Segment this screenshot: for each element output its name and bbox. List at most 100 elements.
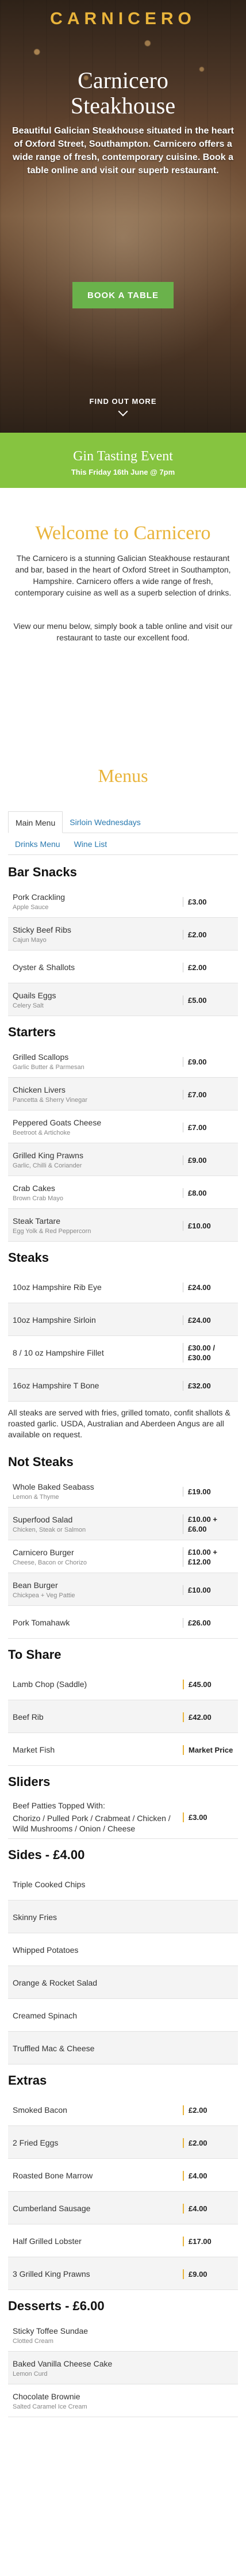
menu-item-name: Skinny Fries	[13, 1913, 57, 1922]
menus-heading: Menus	[0, 765, 246, 799]
menu-item-name: Whipped Potatoes	[13, 1945, 79, 1955]
menu-item-price: £32.00	[183, 1380, 238, 1391]
menu-item: Truffled Mac & Cheese	[8, 2032, 238, 2064]
menu-item-price: £17.00	[183, 2236, 238, 2246]
hero-banner: CARNICERO Carnicero Steakhouse Beautiful…	[0, 0, 246, 433]
menu-item-description: Pancetta & Sherry Vinegar	[13, 1097, 88, 1104]
menu-item-info: 16oz Hampshire T Bone	[8, 1380, 183, 1391]
event-date: This Friday 16th June @ 7pm	[71, 468, 175, 476]
menu-item-name: Crab Cakes	[13, 1184, 55, 1193]
menu-item-toppings: Chorizo / Pulled Pork / Crabmeat / Chick…	[13, 1814, 171, 1833]
section-title: To Share	[8, 1647, 62, 1662]
book-a-table-button[interactable]: BOOK A TABLE	[72, 282, 174, 308]
menu-item: Half Grilled Lobster £17.00	[8, 2224, 238, 2257]
menu-item: Smoked Bacon £2.00	[8, 2093, 238, 2126]
find-out-more-link[interactable]: FIND OUT MORE	[0, 397, 246, 417]
menu-item: Market Fish Market Price	[8, 1733, 238, 1766]
menu-item-name: Grilled Scallops	[13, 1052, 69, 1062]
menu-item: Creamed Spinach	[8, 1999, 238, 2032]
menu-item-price: £7.00	[183, 1089, 238, 1100]
menu-item-name: 16oz Hampshire T Bone	[13, 1381, 99, 1390]
menu-item-name: Pork Crackling	[13, 892, 66, 902]
menu-item: 8 / 10 oz Hampshire Fillet £30.00 / £30.0…	[8, 1336, 238, 1369]
menu-item: 3 Grilled King Prawns £9.00	[8, 2257, 238, 2290]
menu-item-description: Brown Crab Mayo	[13, 1195, 64, 1202]
section-title: Sliders	[8, 1774, 51, 1789]
menu-item: Beef Rib £42.00	[8, 1700, 238, 1733]
menu-section: Bar Snacks Pork Crackling Apple Sauce £3.00…	[8, 860, 238, 1016]
menu-item-name: Grilled King Prawns	[13, 1151, 83, 1160]
menu-item: Carnicero Burger Cheese, Bacon or Chorizo…	[8, 1540, 238, 1573]
event-banner[interactable]: Gin Tasting Event This Friday 16th June …	[0, 433, 246, 488]
menu-item-info: Sticky Beef Ribs Cajun Mayo	[8, 925, 183, 944]
menu-item-info: Cumberland Sausage	[8, 2203, 183, 2214]
menu-item-description: Clotted Cream	[13, 2338, 53, 2345]
menu-tabs: Main Menu Sirloin Wednesdays Drinks Menu…	[8, 811, 238, 856]
menu-item-name: Baked Vanilla Cheese Cake	[13, 2359, 113, 2368]
site-logo[interactable]: CARNICERO	[0, 9, 246, 29]
menu-item: Baked Vanilla Cheese Cake Lemon Curd	[8, 2352, 238, 2384]
menu-item-name: 3 Grilled King Prawns	[13, 2269, 90, 2279]
menu-item-info: 8 / 10 oz Hampshire Fillet	[8, 1348, 183, 1358]
menu-tab-row: Drinks Menu Wine List	[8, 833, 238, 855]
menu-item-price: £10.00	[183, 1585, 238, 1595]
menu-item: Steak Tartare Egg Yolk & Red Peppercorn £1…	[8, 1209, 238, 1242]
menu-section: Not Steaks Whole Baked Seabass Lemon & Thy…	[8, 1449, 238, 1639]
menu-item-info: Whole Baked Seabass Lemon & Thyme	[8, 1482, 183, 1501]
menu-item: Oyster & Shallots £2.00	[8, 951, 238, 983]
menu-item-price: £42.00	[183, 1712, 238, 1722]
hero-text: Carnicero Steakhouse Beautiful Galician …	[11, 68, 235, 177]
menu-item-price: £24.00	[183, 1315, 238, 1325]
menu-section: Sides - £4.00 Triple Cooked Chips Skinny F…	[8, 1842, 238, 2064]
menu-item-info: Carnicero Burger Cheese, Bacon or Chorizo	[8, 1547, 183, 1567]
tab-main-menu[interactable]: Main Menu	[8, 811, 63, 833]
menu-item: Pork Crackling Apple Sauce £3.00	[8, 885, 238, 918]
tab-wine-list[interactable]: Wine List	[67, 833, 114, 854]
menu-item-info: Skinny Fries	[8, 1912, 238, 1922]
menu-item: Sticky Beef Ribs Cajun Mayo £2.00	[8, 918, 238, 951]
menu-item-info: Orange & Rocket Salad	[8, 1978, 238, 1988]
menu-item-name: Market Fish	[13, 1745, 55, 1754]
menu-item-name: Whole Baked Seabass	[13, 1482, 94, 1491]
menu-item-info: Beef Patties Topped With: Chorizo / Pulle…	[8, 1800, 183, 1834]
menu-sections: Bar Snacks Pork Crackling Apple Sauce £3.00…	[0, 860, 246, 2417]
section-title: Not Steaks	[8, 1455, 74, 1469]
menu-item-info: Triple Cooked Chips	[8, 1879, 238, 1890]
menu-item-name: Triple Cooked Chips	[13, 1880, 86, 1889]
menu-item-description: Beetroot & Artichoke	[13, 1129, 71, 1136]
menu-item-info: 3 Grilled King Prawns	[8, 2269, 183, 2279]
menu-item-info: 10oz Hampshire Sirloin	[8, 1315, 183, 1325]
menu-item-description: Cheese, Bacon or Chorizo	[13, 1559, 87, 1566]
menu-section: Steaks 10oz Hampshire Rib Eye £24.00 10oz H…	[8, 1245, 238, 1446]
menu-item-info: Steak Tartare Egg Yolk & Red Peppercorn	[8, 1216, 183, 1235]
menu-section: Sliders Beef Patties Topped With: Chorizo …	[8, 1769, 238, 1839]
menu-item-info: Market Fish	[8, 1745, 183, 1755]
menu-item-price: £2.00	[183, 962, 238, 972]
menu-item-name: Creamed Spinach	[13, 2011, 78, 2020]
menu-item-name: 2 Fried Eggs	[13, 2138, 59, 2147]
menu-item: 10oz Hampshire Sirloin £24.00	[8, 1303, 238, 1336]
section-title: Desserts - £6.00	[8, 2299, 105, 2313]
menu-item: Roasted Bone Marrow £4.00	[8, 2159, 238, 2192]
menu-item: Crab Cakes Brown Crab Mayo £8.00	[8, 1176, 238, 1209]
menu-item-info: Beef Rib	[8, 1712, 183, 1722]
hero-title-line1: Carnicero	[78, 67, 168, 93]
menu-item-name: Bean Burger	[13, 1581, 58, 1590]
menu-item-name: Half Grilled Lobster	[13, 2237, 82, 2246]
tab-drinks-menu[interactable]: Drinks Menu	[8, 833, 67, 854]
menu-item-name: Lamb Chop (Saddle)	[13, 1680, 87, 1689]
menu-item-info: Peppered Goats Cheese Beetroot & Artichok…	[8, 1117, 183, 1137]
menu-item-price: £26.00	[183, 1617, 238, 1628]
menu-item-price: £2.00	[183, 2105, 238, 2115]
menu-item: Cumberland Sausage £4.00	[8, 2192, 238, 2224]
menu-item-price: Market Price	[183, 1745, 238, 1755]
menu-item: Bean Burger Chickpea + Veg Pattie £10.00	[8, 1573, 238, 1606]
menu-item: Whipped Potatoes	[8, 1933, 238, 1966]
menu-item-info: Chicken Livers Pancetta & Sherry Vinegar	[8, 1085, 183, 1104]
menu-item: Grilled King Prawns Garlic, Chilli & Cori…	[8, 1143, 238, 1176]
tab-sirloin-wednesdays[interactable]: Sirloin Wednesdays	[63, 811, 147, 833]
menu-item-info: Sticky Toffee Sundae Clotted Cream	[8, 2326, 238, 2345]
hero-description: Beautiful Galician Steakhouse situated i…	[12, 126, 234, 175]
menu-item-price: £9.00	[183, 2269, 238, 2279]
menu-item-info: Grilled King Prawns Garlic, Chilli & Cori…	[8, 1150, 183, 1170]
